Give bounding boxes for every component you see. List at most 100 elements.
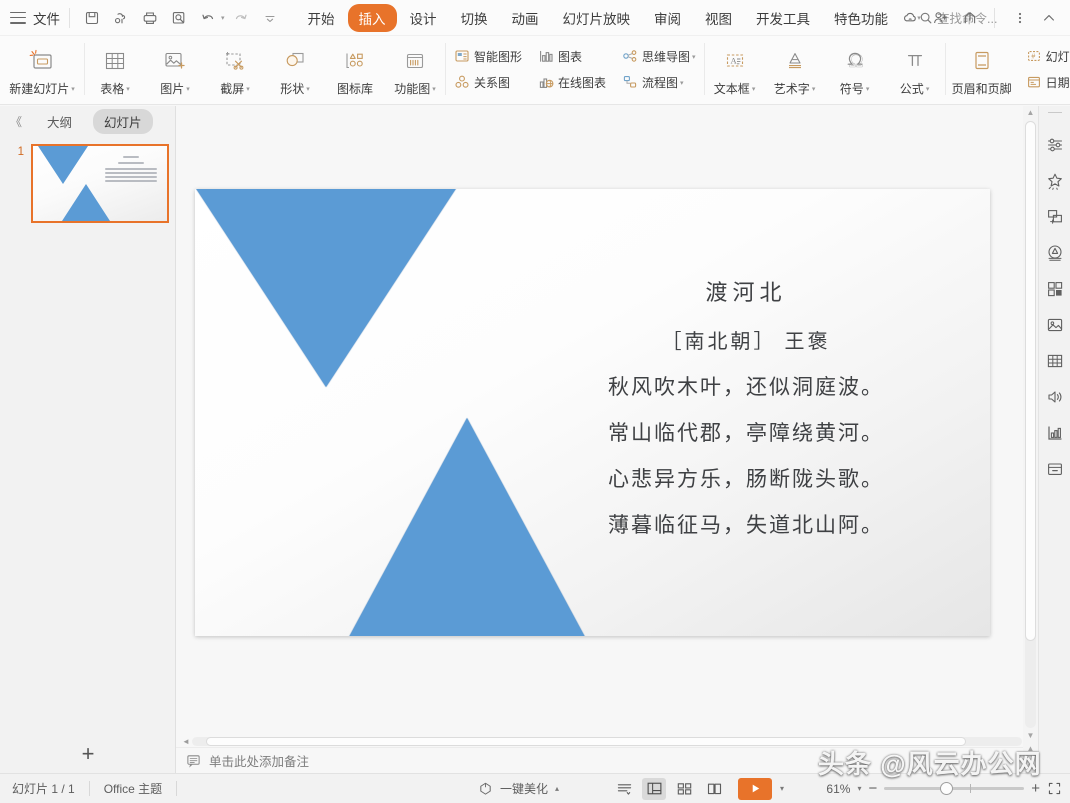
zoom-slider-knob[interactable] [940, 782, 953, 795]
poem-textbox[interactable]: 渡河北 ［南北朝］ 王褒 秋风吹木叶，还似洞庭波。 常山临代郡，亭障绕黄河。 心… [536, 275, 956, 555]
symbol-icon: Ω [841, 46, 869, 76]
properties-icon[interactable] [1039, 127, 1070, 163]
print-preview-icon[interactable] [166, 5, 192, 31]
zoom-midpoint-tick [970, 784, 971, 793]
online-chart-icon [538, 74, 554, 90]
zoom-level-label[interactable]: 61% [826, 782, 850, 796]
collapse-ribbon-icon[interactable] [1035, 5, 1062, 31]
chart-panel-icon[interactable] [1039, 415, 1070, 451]
apps-grid-icon[interactable] [1039, 271, 1070, 307]
zoom-in-button[interactable]: + [1031, 781, 1040, 796]
tab-start[interactable]: 开始 [297, 4, 346, 32]
table-panel-icon[interactable] [1039, 343, 1070, 379]
beautify-button[interactable]: 一键美化 ▴ [478, 780, 559, 797]
normal-view-button[interactable] [642, 778, 666, 800]
date-time-button[interactable]: 日期和时间 [1020, 69, 1070, 95]
chart-button[interactable]: 图表 [532, 43, 612, 69]
online-chart-button[interactable]: 在线图表 [532, 69, 612, 95]
reading-view-button[interactable] [702, 778, 726, 800]
hamburger-menu-icon[interactable] [10, 12, 26, 24]
tab-design[interactable]: 设计 [399, 4, 448, 32]
hscroll-track[interactable] [192, 737, 1022, 746]
customize-qat-icon[interactable] [257, 5, 283, 31]
mindmap-icon [622, 48, 638, 64]
tab-insert[interactable]: 插入 [348, 4, 397, 32]
zoom-out-button[interactable]: − [868, 781, 877, 796]
add-slide-button[interactable]: + [0, 743, 176, 765]
header-footer-button[interactable]: 页眉和页脚 [946, 36, 1018, 102]
insert-table-button[interactable]: 表格▾ [85, 36, 145, 102]
slide-sorter-view-button[interactable] [672, 778, 696, 800]
smart-art-button[interactable]: 智能图形 [448, 43, 528, 69]
box-panel-icon[interactable] [1039, 451, 1070, 487]
magic-star-icon[interactable] [1039, 163, 1070, 199]
triangle-shape-down[interactable] [195, 189, 457, 387]
vscroll-thumb[interactable] [1025, 121, 1036, 641]
slide-number-button[interactable]: # 幻灯片编号 [1020, 43, 1070, 69]
relation-chart-button[interactable]: 关系图 [448, 69, 528, 95]
flowchart-button[interactable]: 流程图▾ [616, 69, 702, 95]
hscroll-thumb[interactable] [206, 737, 966, 746]
scroll-up-icon[interactable]: ▲ [1027, 106, 1035, 120]
scroll-down-icon[interactable]: ▼ [1027, 729, 1035, 743]
add-user-icon[interactable] [927, 5, 954, 31]
audio-panel-icon[interactable] [1039, 379, 1070, 415]
insert-shapes-button[interactable]: 形状▾ [265, 36, 325, 102]
file-menu-button[interactable]: 文件 [33, 8, 60, 28]
undo-icon[interactable] [195, 5, 221, 31]
insert-screenshot-button[interactable]: 截屏▾ [205, 36, 265, 102]
tab-developer[interactable]: 开发工具 [745, 4, 821, 32]
undo-caret-icon[interactable]: ▾ [221, 14, 225, 22]
fit-slide-icon[interactable] [1047, 781, 1062, 796]
symbol-button[interactable]: Ω 符号▾ [825, 36, 885, 102]
more-options-icon[interactable] [1006, 5, 1033, 31]
tab-view[interactable]: 视图 [694, 4, 743, 32]
function-chart-button[interactable]: 功能图▾ [385, 36, 445, 102]
slide-thumbnail-1[interactable] [31, 144, 169, 223]
duplicate-shape-icon[interactable] [1039, 199, 1070, 235]
cloud-sync-icon[interactable] [108, 5, 134, 31]
outline-view-button[interactable] [612, 778, 636, 800]
scroll-left-icon[interactable]: ◄ [180, 737, 192, 746]
previous-slide-icon[interactable]: ▲ [1027, 742, 1035, 756]
vertical-scrollbar[interactable]: ▲ ▼ ▲ ▼ [1023, 106, 1038, 773]
notes-bar[interactable]: 单击此处添加备注 [176, 747, 1038, 773]
poem-line-3: 心悲异方乐，肠断陇头歌。 [536, 463, 956, 493]
textbox-button[interactable]: A 文本框▾ [705, 36, 765, 102]
beautify-caret-icon[interactable]: ▴ [555, 784, 559, 793]
cloud-icon[interactable]: ▾ [898, 5, 925, 31]
panel-tab-slides[interactable]: 幻灯片 [93, 109, 153, 134]
tab-transition[interactable]: 切换 [450, 4, 499, 32]
ribbon-expand-icon[interactable]: › [1065, 76, 1068, 86]
insert-picture-button[interactable]: 图片▾ [145, 36, 205, 102]
slide-count-label[interactable]: 幻灯片 1 / 1 [12, 780, 75, 797]
print-icon[interactable] [137, 5, 163, 31]
tab-features[interactable]: 特色功能 [823, 4, 899, 32]
collapse-panel-icon[interactable]: 《 [6, 113, 26, 130]
share-icon[interactable] [956, 5, 983, 31]
cloud-caret-icon[interactable]: ▾ [917, 14, 921, 22]
image-panel-icon[interactable] [1039, 307, 1070, 343]
wordart-panel-icon[interactable] [1039, 235, 1070, 271]
next-slide-icon[interactable]: ▼ [1027, 760, 1035, 774]
redo-icon[interactable] [228, 5, 254, 31]
zoom-slider-track[interactable] [884, 787, 1024, 790]
slideshow-caret-icon[interactable]: ▾ [780, 784, 784, 793]
save-icon[interactable] [79, 5, 105, 31]
theme-label[interactable]: Office 主题 [104, 780, 162, 797]
icon-library-button[interactable]: 图标库 [325, 36, 385, 102]
tab-slideshow[interactable]: 幻灯片放映 [552, 4, 642, 32]
panel-tab-outline[interactable]: 大纲 [36, 109, 83, 134]
start-slideshow-button[interactable] [738, 778, 772, 800]
tab-review[interactable]: 审阅 [643, 4, 692, 32]
notes-placeholder: 单击此处添加备注 [209, 751, 309, 770]
zoom-caret-icon[interactable]: ▾ [857, 784, 861, 793]
new-slide-button[interactable]: 新建幻灯片▾ [0, 36, 84, 102]
formula-button[interactable]: 公式▾ [885, 36, 945, 102]
vscroll-track[interactable] [1025, 121, 1036, 728]
tab-animation[interactable]: 动画 [501, 4, 550, 32]
horizontal-scrollbar[interactable]: ◄ ► [180, 735, 1034, 747]
mindmap-button[interactable]: 思维导图▾ [616, 43, 702, 69]
wordart-button[interactable]: 艺术字▾ [765, 36, 825, 102]
slide-canvas[interactable]: 渡河北 ［南北朝］ 王褒 秋风吹木叶，还似洞庭波。 常山临代郡，亭障绕黄河。 心… [195, 189, 990, 636]
